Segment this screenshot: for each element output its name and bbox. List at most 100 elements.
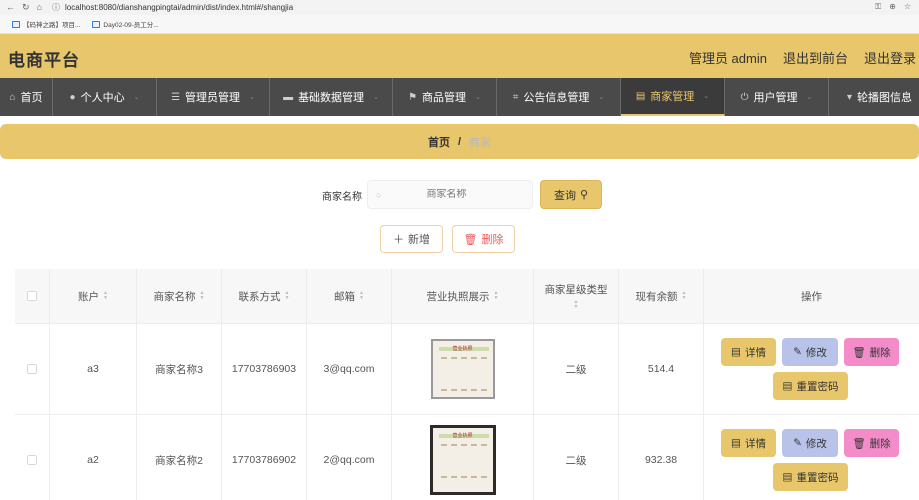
add-button[interactable]: ＋ 新增 — [380, 225, 443, 253]
license-image[interactable]: 营业执照 — [430, 336, 496, 402]
col-header-name[interactable]: 商家名称 ▲ ▼ — [137, 269, 222, 323]
sort-icon[interactable]: ▲ ▼ — [494, 291, 499, 301]
nav-item-notice[interactable]: ⌗ 公告信息管理 ⌄ — [497, 78, 621, 116]
sort-icon[interactable]: ▲ ▼ — [200, 291, 205, 301]
info-icon[interactable]: ⓘ — [52, 2, 60, 13]
col-header-account[interactable]: 账户 ▲ ▼ — [50, 269, 137, 323]
col-header-actions: 操作 — [704, 269, 919, 323]
detail-label: 详情 — [744, 437, 766, 450]
chevron-down-icon: ⌄ — [249, 94, 255, 101]
reset-icon: ▤ — [782, 380, 793, 392]
trash-icon: 🗑 — [852, 437, 866, 450]
remove-label: 删除 — [869, 437, 891, 450]
sort-icon[interactable]: ▲ ▼ — [103, 291, 108, 301]
row-checkbox-cell — [15, 415, 50, 500]
reset-password-button[interactable]: ▤ 重置密码 — [773, 463, 848, 491]
sort-icon[interactable]: ▲ ▼ — [682, 291, 687, 301]
key-icon[interactable]: ⚿ — [875, 2, 881, 12]
browser-tool-icons: ⚿ ⊕ ☆ — [875, 2, 911, 12]
reset-icon: ▤ — [782, 471, 793, 483]
row-checkbox[interactable] — [27, 364, 37, 374]
cell-phone: 17703786902 — [222, 415, 307, 500]
admin-user-link[interactable]: 管理员 admin — [689, 48, 767, 67]
reload-icon[interactable]: ↻ — [22, 2, 30, 13]
license-frame: 营业执照 — [429, 425, 496, 495]
col-header-email[interactable]: 邮箱 ▲ ▼ — [307, 269, 392, 323]
edit-button[interactable]: ✎ 修改 — [782, 429, 838, 457]
back-icon[interactable]: ← — [6, 2, 15, 13]
select-all-checkbox[interactable] — [27, 291, 37, 301]
browser-address-bar: ← ↻ ⌂ ⓘ localhost:8080/dianshangpingtai/… — [0, 0, 919, 15]
cell-license: 营业执照 — [392, 415, 534, 500]
cell-level: 二级 — [534, 415, 619, 500]
star-icon[interactable]: ☆ — [904, 2, 911, 12]
row-checkbox[interactable] — [27, 455, 37, 465]
reset-password-button[interactable]: ▤ 重置密码 — [773, 372, 848, 400]
edit-button[interactable]: ✎ 修改 — [782, 338, 838, 366]
cell-balance: 932.38 — [619, 415, 704, 500]
query-button[interactable]: 查询 ⚲ — [540, 180, 602, 209]
remove-label: 删除 — [869, 346, 891, 359]
remove-button[interactable]: 🗑 删除 — [844, 429, 899, 457]
col-header-balance[interactable]: 现有余额 ▲ ▼ — [619, 269, 704, 323]
detail-button[interactable]: ▤ 详情 — [721, 429, 776, 457]
nav-item-home[interactable]: ⌂ 首页 — [0, 78, 53, 116]
chevron-down-icon: ⌄ — [373, 94, 379, 101]
app-header: 电商平台 管理员 admin 退出到前台 退出登录 — [0, 34, 919, 78]
cell-account: a2 — [50, 415, 137, 500]
col-label: 商家星级类型 — [544, 284, 608, 296]
nav-item-profile[interactable]: ● 个人中心 ⌄ — [53, 78, 157, 116]
merchant-table: 账户 ▲ ▼ 商家名称 ▲ ▼ 联系方式 ▲ ▼ 邮箱 ▲ ▼ 营业执照展示 ▲ ▼ 商家… — [15, 269, 919, 500]
detail-label: 详情 — [744, 346, 766, 359]
remove-button[interactable]: 🗑 删除 — [844, 338, 899, 366]
back-to-front-link[interactable]: 退出到前台 — [783, 48, 848, 67]
search-input[interactable] — [381, 189, 512, 200]
detail-icon: ▤ — [731, 437, 741, 449]
zoom-icon[interactable]: ⊕ — [889, 2, 896, 12]
breadcrumb-home[interactable]: 首页 — [428, 134, 450, 150]
add-button-label: 新增 — [408, 234, 430, 246]
url-text[interactable]: localhost:8080/dianshangpingtai/admin/di… — [65, 3, 293, 12]
chevron-down-icon: ⌄ — [806, 94, 813, 101]
nav-item-base-data[interactable]: ▬ 基础数据管理 ⌄ — [270, 78, 393, 116]
nav-label: 基础数据管理 — [298, 92, 365, 104]
table-header: 账户 ▲ ▼ 商家名称 ▲ ▼ 联系方式 ▲ ▼ 邮箱 ▲ ▼ 营业执照展示 ▲ ▼ 商家… — [15, 269, 919, 324]
cell-balance: 514.4 — [619, 324, 704, 414]
detail-button[interactable]: ▤ 详情 — [721, 338, 776, 366]
logout-link[interactable]: 退出登录 — [864, 48, 916, 67]
nav-item-users[interactable]: ⏻ 用户管理 ⌄ — [725, 78, 829, 116]
reset-label: 重置密码 — [796, 380, 839, 393]
cell-phone: 17703786903 — [222, 324, 307, 414]
chevron-down-icon: ⌄ — [598, 94, 605, 101]
sort-icon[interactable]: ▲ ▼ — [285, 291, 290, 301]
nav-item-admin[interactable]: ☰ 管理员管理 ⌄ — [157, 78, 270, 116]
batch-delete-button[interactable]: 🗑 删除 — [452, 225, 515, 253]
power-icon: ⏻ — [740, 91, 749, 103]
app-title: 电商平台 — [8, 51, 80, 70]
cell-account: a3 — [50, 324, 137, 414]
license-title: 营业执照 — [452, 433, 473, 439]
col-header-license[interactable]: 营业执照展示 ▲ ▼ — [392, 269, 534, 323]
sort-icon[interactable]: ▲ ▼ — [359, 291, 364, 301]
user-icon: ● — [69, 91, 76, 103]
query-button-label: 查询 — [553, 189, 576, 202]
bookmark-item[interactable]: 【码神之路】项目... — [12, 19, 80, 29]
home-icon[interactable]: ⌂ — [37, 2, 42, 13]
col-header-phone[interactable]: 联系方式 ▲ ▼ — [222, 269, 307, 323]
sort-icon[interactable]: ▲ ▼ — [574, 300, 579, 310]
search-label: 商家名称 — [322, 192, 362, 203]
cell-actions: ▤ 详情 ✎ 修改 🗑 删除 ▤ 重置密码 — [704, 415, 919, 500]
nav-item-merchant[interactable]: ▤ 商家管理 ⌄ — [621, 78, 725, 116]
bookmark-item[interactable]: Day02-09-员工分... — [92, 19, 159, 29]
nav-label: 商品管理 — [422, 92, 467, 104]
license-image[interactable]: 营业执照 — [429, 425, 496, 495]
col-header-level[interactable]: 商家星级类型 ▲ ▼ — [534, 269, 619, 323]
cell-name: 商家名称2 — [137, 415, 222, 500]
plus-icon: ＋ — [393, 234, 404, 246]
nav-item-banner[interactable]: ▾ 轮播图信息 — [829, 78, 919, 116]
chevron-down-icon: ⌄ — [703, 93, 710, 100]
cell-license: 营业执照 — [392, 324, 534, 414]
bookmark-icon — [12, 20, 20, 28]
crop-icon: ⌗ — [512, 91, 519, 103]
nav-item-goods[interactable]: ⚑ 商品管理 ⌄ — [393, 78, 497, 116]
